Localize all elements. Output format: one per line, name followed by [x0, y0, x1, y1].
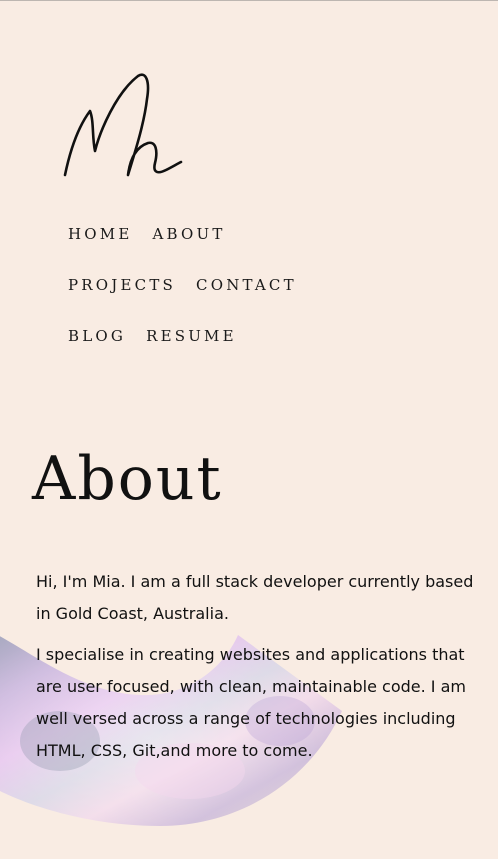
about-content: Hi, I'm Mia. I am a full stack developer… — [36, 566, 476, 776]
nav-row-3: BLOG RESUME — [68, 325, 468, 376]
nav-link-about[interactable]: ABOUT — [153, 223, 226, 245]
nav-row-1: HOME ABOUT — [68, 223, 468, 274]
nav-link-contact[interactable]: CONTACT — [196, 274, 297, 296]
nav-link-home[interactable]: HOME — [68, 223, 133, 245]
main-nav: HOME ABOUT PROJECTS CONTACT BLOG RESUME — [68, 223, 468, 376]
nav-row-2: PROJECTS CONTACT — [68, 274, 468, 325]
page-title: About — [32, 444, 223, 514]
nav-link-blog[interactable]: BLOG — [68, 325, 126, 347]
nav-link-resume[interactable]: RESUME — [146, 325, 237, 347]
about-paragraph-intro: Hi, I'm Mia. I am a full stack developer… — [36, 572, 474, 623]
signature-logo-icon[interactable] — [58, 69, 188, 187]
nav-link-projects[interactable]: PROJECTS — [68, 274, 176, 296]
about-paragraph-skills: I specialise in creating websites and ap… — [36, 645, 466, 760]
